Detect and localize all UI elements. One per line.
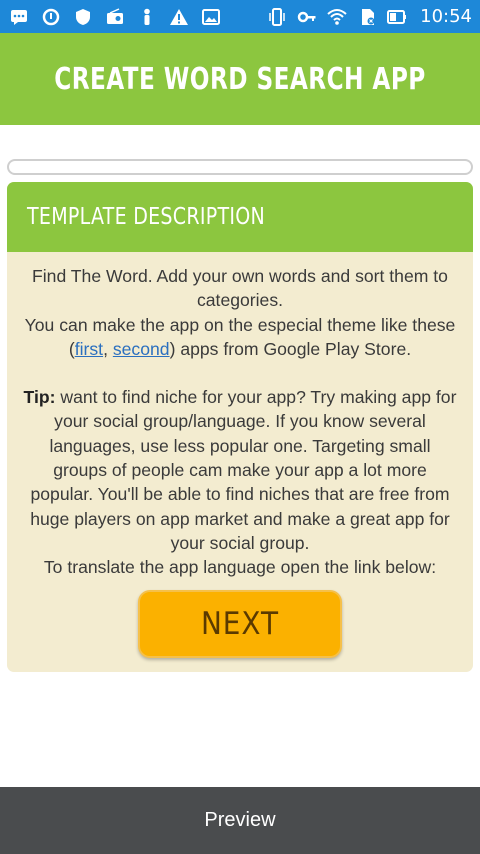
key-icon: [296, 7, 318, 27]
warning-icon: [168, 7, 190, 27]
wifi-icon: [326, 7, 348, 27]
translate-text: To translate the app language open the l…: [43, 557, 437, 578]
template-description-card: TEMPLATE DESCRIPTION Find The Word. Add …: [7, 182, 473, 672]
card-title: TEMPLATE DESCRIPTION: [27, 204, 266, 230]
preview-label: Preview: [204, 809, 276, 831]
image-icon: [200, 7, 222, 27]
vibrate-icon: [266, 7, 288, 27]
tip-label: Tip:: [23, 387, 56, 408]
card-header: TEMPLATE DESCRIPTION: [7, 182, 473, 252]
theme-text-end: ) apps from Google Play Store.: [169, 338, 412, 359]
app-header: CREATE WORD SEARCH APP: [0, 33, 480, 125]
second-link[interactable]: second: [113, 339, 170, 359]
battery-icon: [386, 7, 408, 27]
preview-button[interactable]: Preview: [0, 787, 480, 854]
theme-text: You can make the app on the especial the…: [21, 313, 459, 362]
tip-body: want to find niche for your app? Try mak…: [30, 387, 457, 553]
first-link[interactable]: first: [75, 339, 103, 359]
next-button-label: NEXT: [200, 606, 280, 642]
progress-bar: [7, 159, 473, 175]
message-icon: [8, 7, 30, 27]
intro-text: Find The Word. Add your own words and so…: [32, 266, 448, 311]
sim-icon: [356, 7, 378, 27]
status-bar: 10:54: [0, 0, 480, 33]
status-time: 10:54: [420, 6, 472, 27]
page-title: CREATE WORD SEARCH APP: [54, 61, 426, 97]
figure-icon: [136, 7, 158, 27]
link-separator: ,: [103, 338, 113, 359]
next-button[interactable]: NEXT: [138, 590, 342, 658]
card-body: Find The Word. Add your own words and so…: [7, 252, 473, 580]
radio-icon: [104, 7, 126, 27]
shield-icon: [72, 7, 94, 27]
sync-icon: [40, 7, 62, 27]
tip-text: Tip: want to find niche for your app? Tr…: [21, 385, 459, 555]
